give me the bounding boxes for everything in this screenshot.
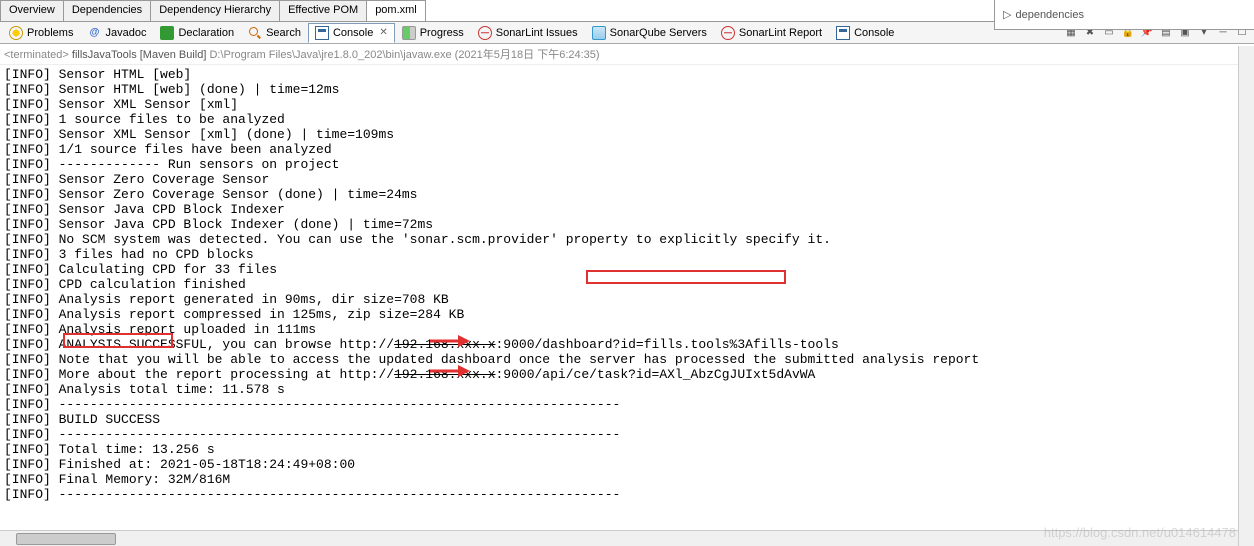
console-line: [INFO] Total time: 13.256 s xyxy=(4,442,1250,457)
console-line: [INFO] Analysis report generated in 90ms… xyxy=(4,292,1250,307)
right-panel: ▷ dependencies xyxy=(994,0,1254,30)
expand-icon[interactable]: ▷ xyxy=(1003,8,1011,21)
console-line: [INFO] Sensor HTML [web] (done) | time=1… xyxy=(4,82,1250,97)
sonar-icon xyxy=(721,26,735,40)
console-line: [INFO] 1/1 source files have been analyz… xyxy=(4,142,1250,157)
console-line: [INFO] ---------------------------------… xyxy=(4,397,1250,412)
view-declaration[interactable]: Declaration xyxy=(153,23,241,43)
progress-icon xyxy=(402,26,416,40)
view-search[interactable]: Search xyxy=(241,23,308,43)
view-console-2[interactable]: Console xyxy=(829,23,901,43)
tab-dependencies[interactable]: Dependencies xyxy=(63,0,151,21)
console-line: [INFO] Sensor XML Sensor [xml] (done) | … xyxy=(4,127,1250,142)
console-line: [INFO] CPD calculation finished xyxy=(4,277,1250,292)
view-problems[interactable]: Problems xyxy=(2,23,80,43)
run-descriptor: <terminated> fillsJavaTools [Maven Build… xyxy=(0,44,1254,65)
sonar-icon xyxy=(478,26,492,40)
view-progress[interactable]: Progress xyxy=(395,23,471,43)
console-line: [INFO] BUILD SUCCESS xyxy=(4,412,1250,427)
console-line: [INFO] Sensor Zero Coverage Sensor (done… xyxy=(4,187,1250,202)
console-line: [INFO] ANALYSIS SUCCESSFUL, you can brow… xyxy=(4,337,1250,352)
search-icon xyxy=(248,26,262,40)
view-console-active[interactable]: Console✕ xyxy=(308,23,395,43)
right-panel-label: dependencies xyxy=(1015,9,1084,21)
console-line: [INFO] ------------- Run sensors on proj… xyxy=(4,157,1250,172)
view-javadoc[interactable]: @Javadoc xyxy=(80,23,153,43)
console-line: [INFO] Analysis report compressed in 125… xyxy=(4,307,1250,322)
console-icon xyxy=(836,26,850,40)
view-sonarlint-report[interactable]: SonarLint Report xyxy=(714,23,829,43)
console-line: [INFO] Sensor HTML [web] xyxy=(4,67,1250,82)
console-line: [INFO] Analysis report uploaded in 111ms xyxy=(4,322,1250,337)
tab-overview[interactable]: Overview xyxy=(0,0,64,21)
tab-pom-xml[interactable]: pom.xml xyxy=(366,0,426,21)
console-line: [INFO] No SCM system was detected. You c… xyxy=(4,232,1250,247)
console-line: [INFO] Calculating CPD for 33 files xyxy=(4,262,1250,277)
tab-effective-pom[interactable]: Effective POM xyxy=(279,0,367,21)
console-line: [INFO] ---------------------------------… xyxy=(4,487,1250,502)
console-line: [INFO] Finished at: 2021-05-18T18:24:49+… xyxy=(4,457,1250,472)
console-line: [INFO] 3 files had no CPD blocks xyxy=(4,247,1250,262)
vertical-scrollbar[interactable] xyxy=(1238,46,1254,546)
console-line: [INFO] Note that you will be able to acc… xyxy=(4,352,1250,367)
console-line: [INFO] Sensor XML Sensor [xml] xyxy=(4,97,1250,112)
console-line: [INFO] Sensor Zero Coverage Sensor xyxy=(4,172,1250,187)
sonarqube-icon xyxy=(592,26,606,40)
console-line: [INFO] Sensor Java CPD Block Indexer xyxy=(4,202,1250,217)
warning-icon xyxy=(9,26,23,40)
console-line: [INFO] Final Memory: 32M/816M xyxy=(4,472,1250,487)
console-line: [INFO] ---------------------------------… xyxy=(4,427,1250,442)
tab-dep-hierarchy[interactable]: Dependency Hierarchy xyxy=(150,0,280,21)
console-line: [INFO] 1 source files to be analyzed xyxy=(4,112,1250,127)
at-icon: @ xyxy=(87,26,101,40)
console-icon xyxy=(315,26,329,40)
console-line: [INFO] Sensor Java CPD Block Indexer (do… xyxy=(4,217,1250,232)
console-line: [INFO] More about the report processing … xyxy=(4,367,1250,382)
console-output[interactable]: [INFO] Sensor HTML [web][INFO] Sensor HT… xyxy=(0,65,1254,545)
scrollbar-thumb[interactable] xyxy=(16,533,116,545)
declaration-icon xyxy=(160,26,174,40)
watermark: https://blog.csdn.net/u014614478 xyxy=(1044,525,1236,540)
view-sonarqube-servers[interactable]: SonarQube Servers xyxy=(585,23,714,43)
console-line: [INFO] Analysis total time: 11.578 s xyxy=(4,382,1250,397)
close-icon[interactable]: ✕ xyxy=(379,27,387,38)
view-sonarlint-issues[interactable]: SonarLint Issues xyxy=(471,23,585,43)
